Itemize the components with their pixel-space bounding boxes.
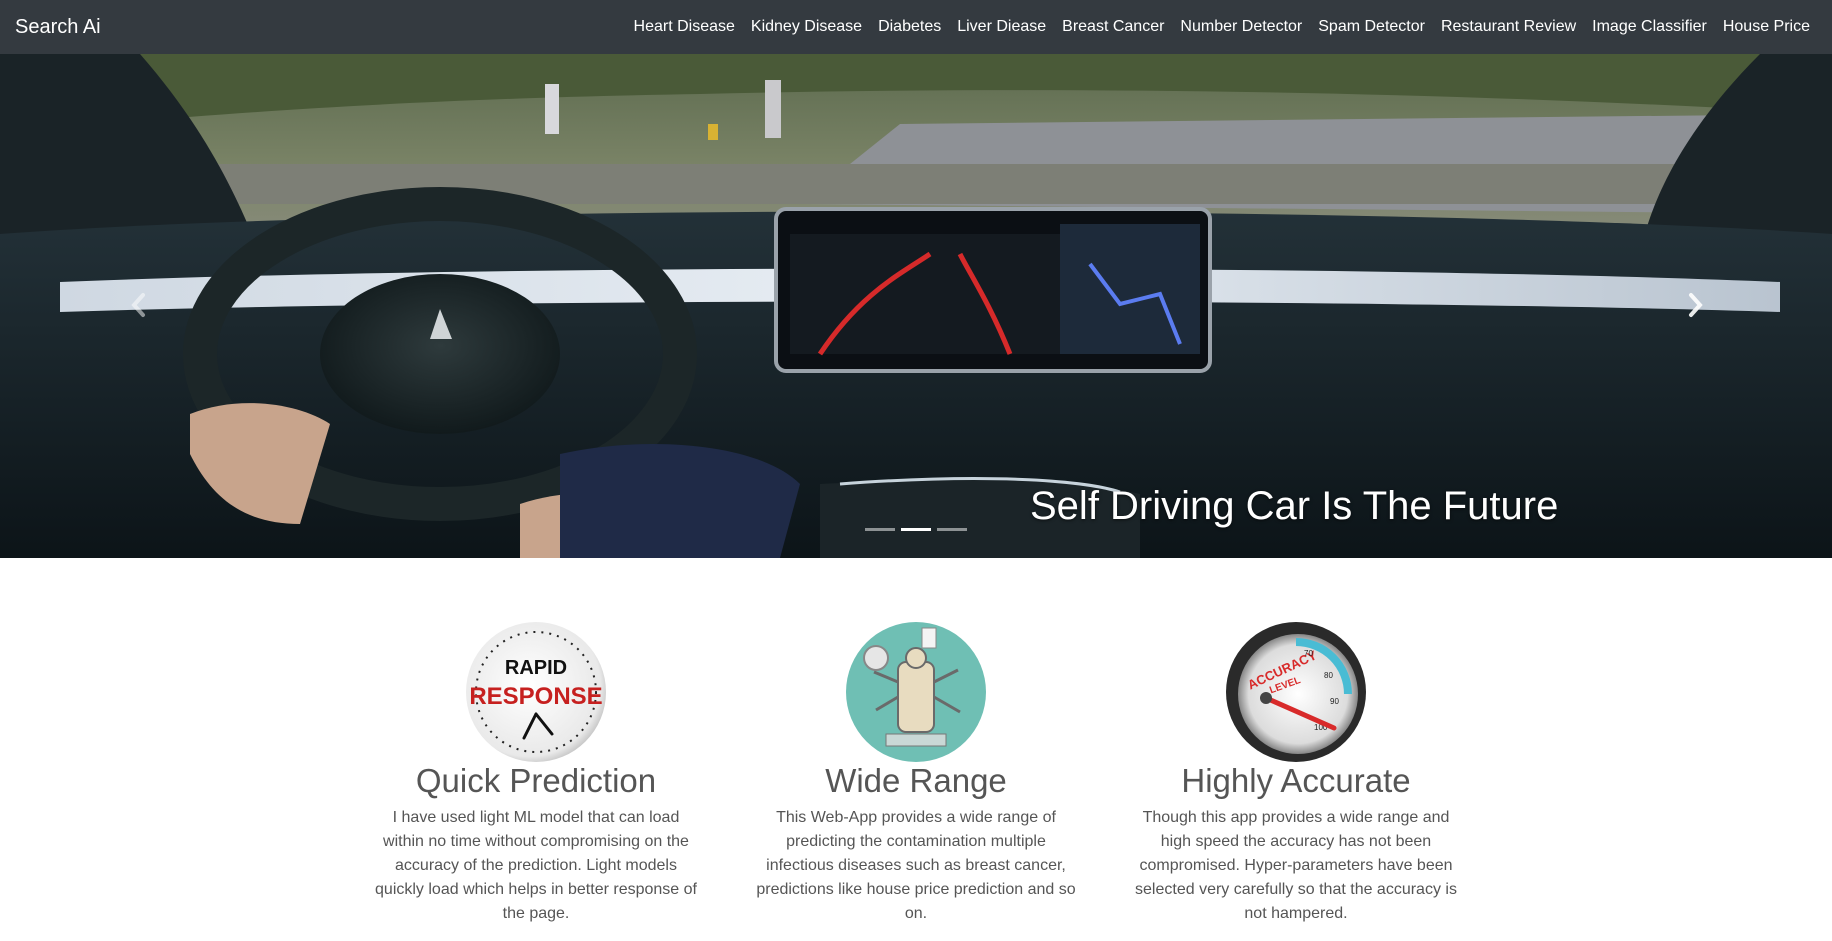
carousel-prev-button[interactable] [120,280,156,330]
nav-link-spam-detector[interactable]: Spam Detector [1318,18,1425,36]
nav-link-kidney-disease[interactable]: Kidney Disease [751,18,862,36]
svg-text:80: 80 [1324,671,1333,680]
feature-description: This Web-App provides a wide range of pr… [756,809,1076,922]
carousel-indicator-1[interactable] [865,528,895,531]
feature-description: I have used light ML model that can load… [375,809,697,922]
chevron-right-icon [1689,293,1703,317]
feature-title: Wide Range [825,762,1007,799]
feature-title: Highly Accurate [1181,762,1411,799]
rapid-response-image: RAPID RESPONSE [466,622,606,762]
multitasking-illustration-image [846,622,986,762]
nav-link-heart-disease[interactable]: Heart Disease [634,18,735,36]
svg-text:RESPONSE: RESPONSE [469,683,602,710]
nav-link-restaurant-review[interactable]: Restaurant Review [1441,18,1576,36]
navbar: Search Ai Heart Disease Kidney Disease D… [0,0,1832,54]
hero-carousel: Self Driving Car Is The Future [0,54,1832,558]
nav-link-breast-cancer[interactable]: Breast Cancer [1062,18,1164,36]
carousel-indicators [0,528,1832,531]
nav-link-liver-disease[interactable]: Liver Diease [957,18,1046,36]
carousel-indicator-2[interactable] [901,528,931,531]
nav-link-number-detector[interactable]: Number Detector [1180,18,1302,36]
carousel-caption: Self Driving Car Is The Future [1030,484,1559,528]
feature-highly-accurate: ACCURACY LEVEL 80 90 100 70 Highly Accur… [1131,622,1461,926]
svg-text:90: 90 [1330,697,1339,706]
carousel-indicator-3[interactable] [937,528,967,531]
feature-wide-range: Wide Range This Web-App provides a wide … [751,622,1081,926]
accuracy-gauge-image: ACCURACY LEVEL 80 90 100 70 [1226,622,1366,762]
features-section: RAPID RESPONSE Quick Prediction I have u… [0,558,1832,941]
chevron-left-icon [131,293,145,317]
nav-link-diabetes[interactable]: Diabetes [878,18,941,36]
feature-title: Quick Prediction [415,762,657,799]
nav-link-image-classifier[interactable]: Image Classifier [1592,18,1707,36]
nav-link-house-price[interactable]: House Price [1723,18,1810,36]
feature-description: Though this app provides a wide range an… [1135,809,1457,922]
carousel-slide-image [0,54,1832,558]
svg-text:70: 70 [1304,649,1313,658]
nav-links: Heart Disease Kidney Disease Diabetes Li… [618,0,1810,54]
carousel-next-button[interactable] [1678,280,1714,330]
feature-quick-prediction: RAPID RESPONSE Quick Prediction I have u… [371,622,701,926]
svg-text:RAPID: RAPID [505,657,567,679]
brand-link[interactable]: Search Ai [15,14,101,40]
